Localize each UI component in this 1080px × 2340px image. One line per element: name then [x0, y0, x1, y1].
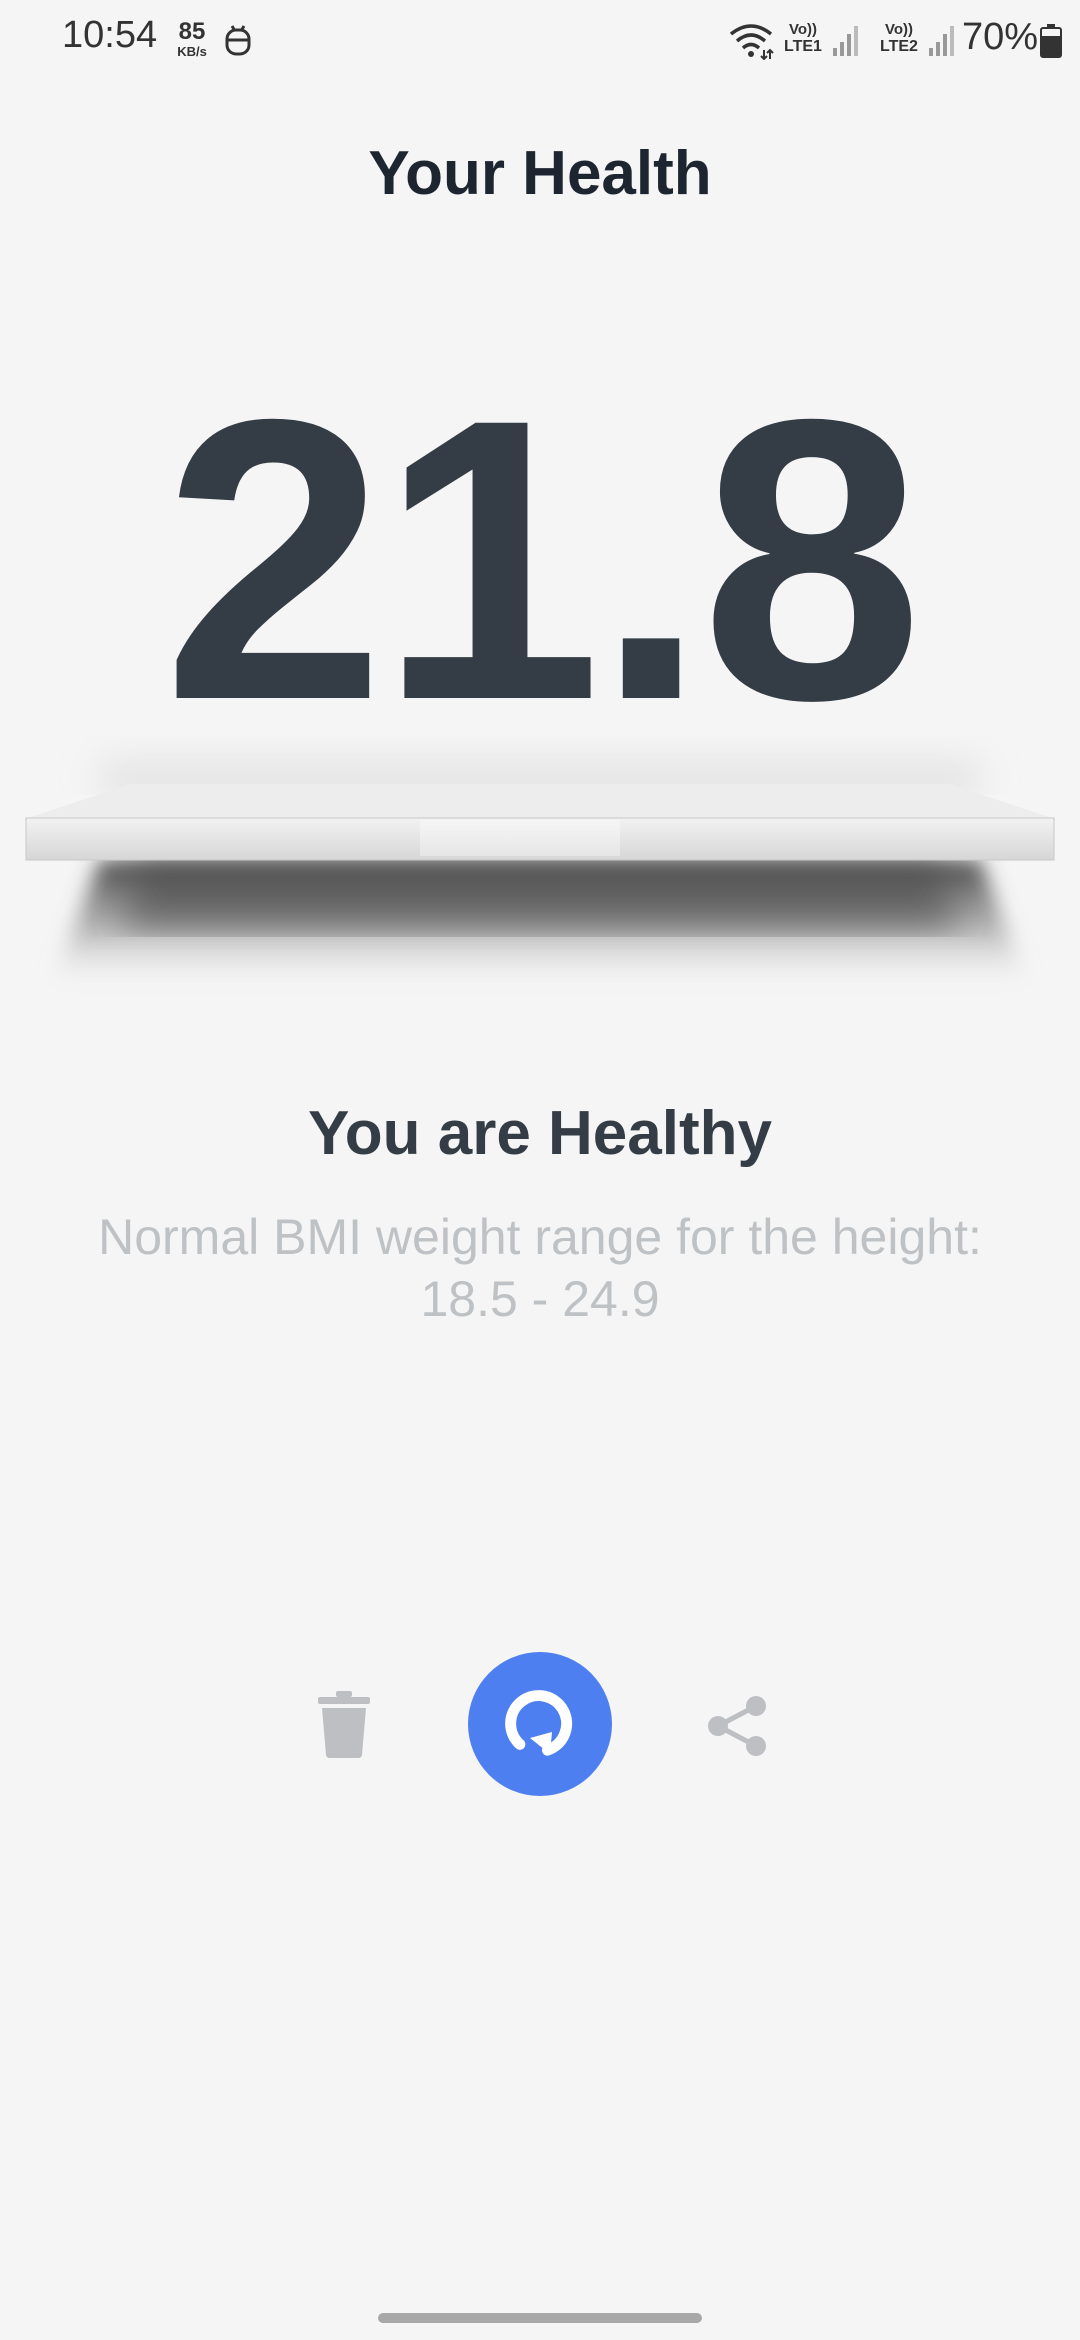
sim1-indicator: Vo)) LTE1: [784, 22, 822, 55]
shelf-graphic: [25, 740, 1055, 990]
result-description: Normal BMI weight range for the height: …: [98, 1209, 982, 1327]
sim1-label: LTE1: [784, 38, 822, 55]
recalculate-button[interactable]: [468, 1652, 612, 1796]
home-indicator[interactable]: [378, 2313, 702, 2323]
refresh-icon: [505, 1690, 573, 1756]
sim1-volte: Vo)): [788, 21, 817, 38]
sim2-label: LTE2: [880, 38, 918, 55]
network-speed-unit: KB/s: [177, 44, 207, 59]
result-title: You are Healthy: [307, 1099, 772, 1168]
status-time: 10:54: [62, 14, 158, 56]
sim2-indicator: Vo)) LTE2: [880, 22, 918, 55]
action-bar: [0, 1652, 1080, 1798]
wifi-icon: [729, 24, 774, 60]
signal-icon: [833, 26, 858, 56]
trash-icon: [318, 1691, 370, 1758]
page-title: Your Health: [368, 139, 712, 208]
battery-icon: [1040, 24, 1062, 58]
status-bar: 10:54 85 KB/s Vo)) LTE1 Vo)) LTE2 70%: [0, 0, 1080, 80]
delete-button[interactable]: [314, 1689, 374, 1759]
signal-icon: [929, 26, 954, 56]
network-speed: 85 KB/s: [172, 18, 212, 59]
share-icon: [708, 1696, 766, 1756]
battery-percent: 70%: [962, 16, 1039, 58]
share-button[interactable]: [704, 1692, 772, 1760]
network-speed-value: 85: [178, 18, 206, 45]
app-notification-icon: [225, 25, 251, 56]
sim2-volte: Vo)): [884, 21, 913, 38]
